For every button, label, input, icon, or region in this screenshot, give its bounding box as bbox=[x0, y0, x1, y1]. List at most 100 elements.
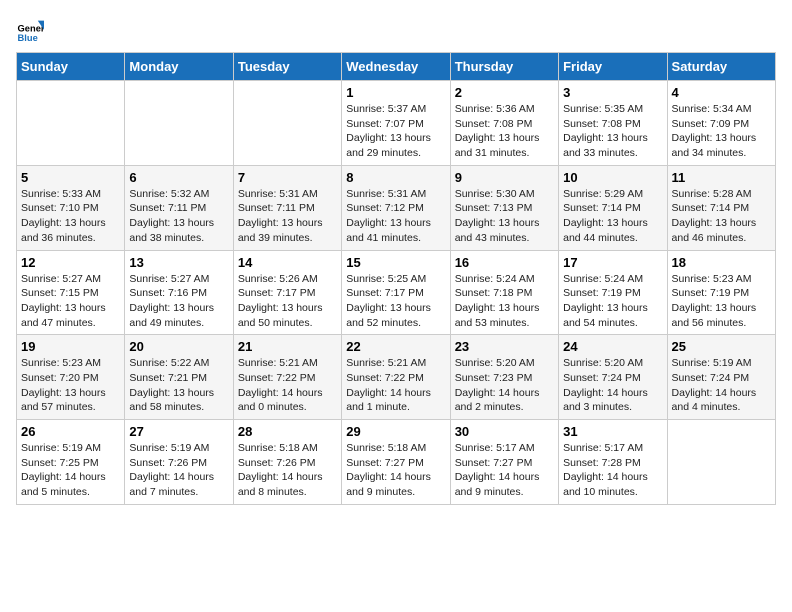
day-number: 20 bbox=[129, 339, 228, 354]
day-info: Sunrise: 5:18 AM Sunset: 7:27 PM Dayligh… bbox=[346, 441, 445, 500]
day-info: Sunrise: 5:31 AM Sunset: 7:12 PM Dayligh… bbox=[346, 187, 445, 246]
day-info: Sunrise: 5:27 AM Sunset: 7:16 PM Dayligh… bbox=[129, 272, 228, 331]
day-info: Sunrise: 5:17 AM Sunset: 7:28 PM Dayligh… bbox=[563, 441, 662, 500]
day-info: Sunrise: 5:21 AM Sunset: 7:22 PM Dayligh… bbox=[238, 356, 337, 415]
day-info: Sunrise: 5:37 AM Sunset: 7:07 PM Dayligh… bbox=[346, 102, 445, 161]
day-number: 2 bbox=[455, 85, 554, 100]
day-info: Sunrise: 5:34 AM Sunset: 7:09 PM Dayligh… bbox=[672, 102, 771, 161]
day-number: 12 bbox=[21, 255, 120, 270]
calendar-cell: 27 Sunrise: 5:19 AM Sunset: 7:26 PM Dayli… bbox=[125, 420, 233, 505]
day-header-sunday: Sunday bbox=[17, 53, 125, 81]
day-info: Sunrise: 5:23 AM Sunset: 7:20 PM Dayligh… bbox=[21, 356, 120, 415]
calendar-cell: 29Sunrise: 5:18 AM Sunset: 7:27 PM Dayli… bbox=[342, 420, 450, 505]
calendar-cell: 15 Sunrise: 5:25 AM Sunset: 7:17 PM Dayli… bbox=[342, 250, 450, 335]
calendar-cell: 16 Sunrise: 5:24 AM Sunset: 7:18 PM Dayli… bbox=[450, 250, 558, 335]
calendar-cell: 5Sunrise: 5:33 AM Sunset: 7:10 PM Daylig… bbox=[17, 165, 125, 250]
day-number: 10 bbox=[563, 170, 662, 185]
svg-text:General: General bbox=[18, 24, 44, 34]
day-number: 5 bbox=[21, 170, 120, 185]
page-header: General Blue bbox=[16, 16, 776, 44]
calendar-cell: 25 Sunrise: 5:19 AM Sunset: 7:24 PM Dayli… bbox=[667, 335, 775, 420]
day-info: Sunrise: 5:32 AM Sunset: 7:11 PM Dayligh… bbox=[129, 187, 228, 246]
day-number: 17 bbox=[563, 255, 662, 270]
day-info: Sunrise: 5:19 AM Sunset: 7:24 PM Dayligh… bbox=[672, 356, 771, 415]
calendar-week-row: 12 Sunrise: 5:27 AM Sunset: 7:15 PM Dayli… bbox=[17, 250, 776, 335]
svg-text:Blue: Blue bbox=[18, 33, 38, 43]
day-header-monday: Monday bbox=[125, 53, 233, 81]
calendar-cell: 4 Sunrise: 5:34 AM Sunset: 7:09 PM Daylig… bbox=[667, 81, 775, 166]
day-info: Sunrise: 5:28 AM Sunset: 7:14 PM Dayligh… bbox=[672, 187, 771, 246]
day-number: 22 bbox=[346, 339, 445, 354]
calendar-cell: 22 Sunrise: 5:21 AM Sunset: 7:22 PM Dayli… bbox=[342, 335, 450, 420]
day-number: 1 bbox=[346, 85, 445, 100]
day-number: 7 bbox=[238, 170, 337, 185]
day-number: 30 bbox=[455, 424, 554, 439]
day-info: Sunrise: 5:22 AM Sunset: 7:21 PM Dayligh… bbox=[129, 356, 228, 415]
day-number: 31 bbox=[563, 424, 662, 439]
day-number: 23 bbox=[455, 339, 554, 354]
calendar-cell: 30Sunrise: 5:17 AM Sunset: 7:27 PM Dayli… bbox=[450, 420, 558, 505]
calendar-cell: 10 Sunrise: 5:29 AM Sunset: 7:14 PM Dayli… bbox=[559, 165, 667, 250]
day-number: 19 bbox=[21, 339, 120, 354]
day-header-friday: Friday bbox=[559, 53, 667, 81]
day-number: 3 bbox=[563, 85, 662, 100]
day-number: 14 bbox=[238, 255, 337, 270]
day-number: 26 bbox=[21, 424, 120, 439]
calendar-cell bbox=[667, 420, 775, 505]
calendar-week-row: 5Sunrise: 5:33 AM Sunset: 7:10 PM Daylig… bbox=[17, 165, 776, 250]
day-number: 13 bbox=[129, 255, 228, 270]
calendar-cell: 18Sunrise: 5:23 AM Sunset: 7:19 PM Dayli… bbox=[667, 250, 775, 335]
day-header-wednesday: Wednesday bbox=[342, 53, 450, 81]
calendar-cell: 28 Sunrise: 5:18 AM Sunset: 7:26 PM Dayli… bbox=[233, 420, 341, 505]
day-info: Sunrise: 5:20 AM Sunset: 7:24 PM Dayligh… bbox=[563, 356, 662, 415]
day-number: 15 bbox=[346, 255, 445, 270]
day-info: Sunrise: 5:20 AM Sunset: 7:23 PM Dayligh… bbox=[455, 356, 554, 415]
day-number: 16 bbox=[455, 255, 554, 270]
logo: General Blue bbox=[16, 16, 48, 44]
day-info: Sunrise: 5:19 AM Sunset: 7:26 PM Dayligh… bbox=[129, 441, 228, 500]
day-info: Sunrise: 5:29 AM Sunset: 7:14 PM Dayligh… bbox=[563, 187, 662, 246]
day-number: 25 bbox=[672, 339, 771, 354]
day-info: Sunrise: 5:31 AM Sunset: 7:11 PM Dayligh… bbox=[238, 187, 337, 246]
calendar-cell: 1 Sunrise: 5:37 AM Sunset: 7:07 PM Daylig… bbox=[342, 81, 450, 166]
calendar-week-row: 19 Sunrise: 5:23 AM Sunset: 7:20 PM Dayli… bbox=[17, 335, 776, 420]
calendar-cell: 2 Sunrise: 5:36 AM Sunset: 7:08 PM Daylig… bbox=[450, 81, 558, 166]
calendar-cell: 31 Sunrise: 5:17 AM Sunset: 7:28 PM Dayli… bbox=[559, 420, 667, 505]
day-info: Sunrise: 5:27 AM Sunset: 7:15 PM Dayligh… bbox=[21, 272, 120, 331]
day-info: Sunrise: 5:18 AM Sunset: 7:26 PM Dayligh… bbox=[238, 441, 337, 500]
calendar-cell: 7 Sunrise: 5:31 AM Sunset: 7:11 PM Daylig… bbox=[233, 165, 341, 250]
day-number: 4 bbox=[672, 85, 771, 100]
day-number: 28 bbox=[238, 424, 337, 439]
day-info: Sunrise: 5:24 AM Sunset: 7:18 PM Dayligh… bbox=[455, 272, 554, 331]
day-info: Sunrise: 5:26 AM Sunset: 7:17 PM Dayligh… bbox=[238, 272, 337, 331]
calendar-cell: 23 Sunrise: 5:20 AM Sunset: 7:23 PM Dayli… bbox=[450, 335, 558, 420]
calendar-cell: 21Sunrise: 5:21 AM Sunset: 7:22 PM Dayli… bbox=[233, 335, 341, 420]
calendar-cell: 12 Sunrise: 5:27 AM Sunset: 7:15 PM Dayli… bbox=[17, 250, 125, 335]
day-number: 27 bbox=[129, 424, 228, 439]
day-number: 24 bbox=[563, 339, 662, 354]
day-number: 9 bbox=[455, 170, 554, 185]
calendar-cell: 20 Sunrise: 5:22 AM Sunset: 7:21 PM Dayli… bbox=[125, 335, 233, 420]
day-info: Sunrise: 5:21 AM Sunset: 7:22 PM Dayligh… bbox=[346, 356, 445, 415]
calendar-week-row: 1 Sunrise: 5:37 AM Sunset: 7:07 PM Daylig… bbox=[17, 81, 776, 166]
calendar-cell: 11 Sunrise: 5:28 AM Sunset: 7:14 PM Dayli… bbox=[667, 165, 775, 250]
day-info: Sunrise: 5:36 AM Sunset: 7:08 PM Dayligh… bbox=[455, 102, 554, 161]
day-header-thursday: Thursday bbox=[450, 53, 558, 81]
day-number: 11 bbox=[672, 170, 771, 185]
day-info: Sunrise: 5:23 AM Sunset: 7:19 PM Dayligh… bbox=[672, 272, 771, 331]
calendar-cell: 17 Sunrise: 5:24 AM Sunset: 7:19 PM Dayli… bbox=[559, 250, 667, 335]
day-info: Sunrise: 5:19 AM Sunset: 7:25 PM Dayligh… bbox=[21, 441, 120, 500]
day-header-tuesday: Tuesday bbox=[233, 53, 341, 81]
calendar-cell: 26 Sunrise: 5:19 AM Sunset: 7:25 PM Dayli… bbox=[17, 420, 125, 505]
day-header-saturday: Saturday bbox=[667, 53, 775, 81]
calendar-table: SundayMondayTuesdayWednesdayThursdayFrid… bbox=[16, 52, 776, 505]
calendar-cell: 9Sunrise: 5:30 AM Sunset: 7:13 PM Daylig… bbox=[450, 165, 558, 250]
calendar-cell bbox=[125, 81, 233, 166]
calendar-cell: 8Sunrise: 5:31 AM Sunset: 7:12 PM Daylig… bbox=[342, 165, 450, 250]
calendar-cell: 6Sunrise: 5:32 AM Sunset: 7:11 PM Daylig… bbox=[125, 165, 233, 250]
day-info: Sunrise: 5:24 AM Sunset: 7:19 PM Dayligh… bbox=[563, 272, 662, 331]
calendar-cell bbox=[233, 81, 341, 166]
calendar-cell: 13 Sunrise: 5:27 AM Sunset: 7:16 PM Dayli… bbox=[125, 250, 233, 335]
day-info: Sunrise: 5:25 AM Sunset: 7:17 PM Dayligh… bbox=[346, 272, 445, 331]
calendar-cell: 24 Sunrise: 5:20 AM Sunset: 7:24 PM Dayli… bbox=[559, 335, 667, 420]
